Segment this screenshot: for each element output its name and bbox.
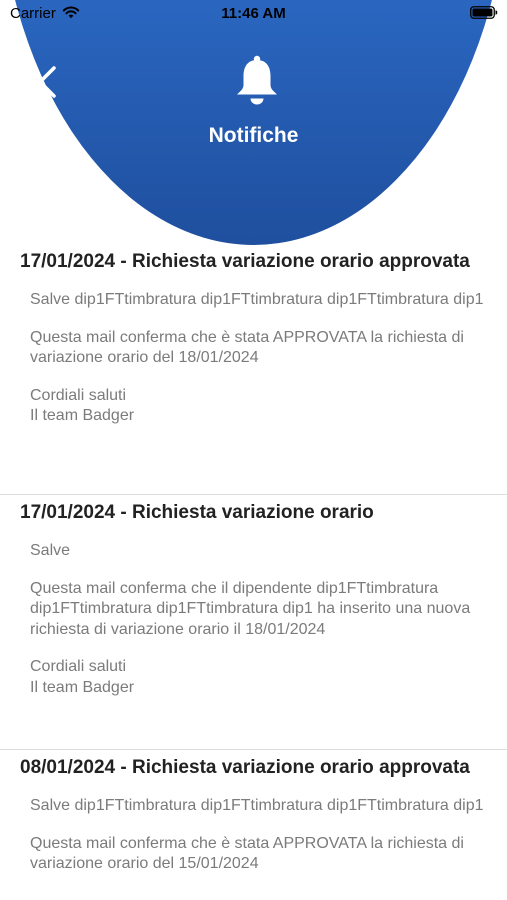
notification-signature: Cordiali saluti Il team Badger bbox=[30, 386, 135, 425]
page-title: Notifiche bbox=[208, 124, 299, 147]
notification-list: 17/01/2024 - Richiesta variazione orario… bbox=[0, 250, 507, 875]
notification-item[interactable]: 17/01/2024 - Richiesta variazione orario… bbox=[0, 250, 507, 495]
notification-greeting: Salve bbox=[30, 542, 71, 559]
notification-item[interactable]: 17/01/2024 - Richiesta variazione orario… bbox=[0, 495, 507, 750]
notification-greeting: Salve dip1FTtimbratura dip1FTtimbratura … bbox=[30, 291, 484, 308]
header-background bbox=[0, 0, 507, 245]
notification-title: 17/01/2024 - Richiesta variazione orario… bbox=[20, 251, 470, 272]
notification-signature: Cordiali saluti Il team Badger bbox=[30, 658, 135, 696]
notification-body: Questa mail conferma che è stata APPROVA… bbox=[30, 834, 464, 873]
notification-title: 08/01/2024 - Richiesta variazione orario… bbox=[20, 757, 470, 778]
status-bar: Carrier 11:46 AM bbox=[0, 0, 507, 28]
notification-body: Questa mail conferma che il dipendente d… bbox=[30, 579, 471, 638]
status-time: 11:46 AM bbox=[221, 5, 286, 22]
notification-item[interactable]: 08/01/2024 - Richiesta variazione orario… bbox=[0, 750, 507, 875]
battery-icon bbox=[470, 6, 498, 19]
notification-title: 17/01/2024 - Richiesta variazione orario bbox=[20, 502, 374, 523]
bell-icon bbox=[237, 55, 277, 105]
notifications-screen: Carrier 11:46 AM Notifiche 17/01/2024 - … bbox=[0, 0, 507, 900]
notification-greeting: Salve dip1FTtimbratura dip1FTtimbratura … bbox=[30, 797, 484, 814]
notification-body: Questa mail conferma che è stata APPROVA… bbox=[30, 328, 464, 367]
chevron-left-icon bbox=[38, 66, 56, 98]
back-button[interactable] bbox=[30, 60, 66, 104]
